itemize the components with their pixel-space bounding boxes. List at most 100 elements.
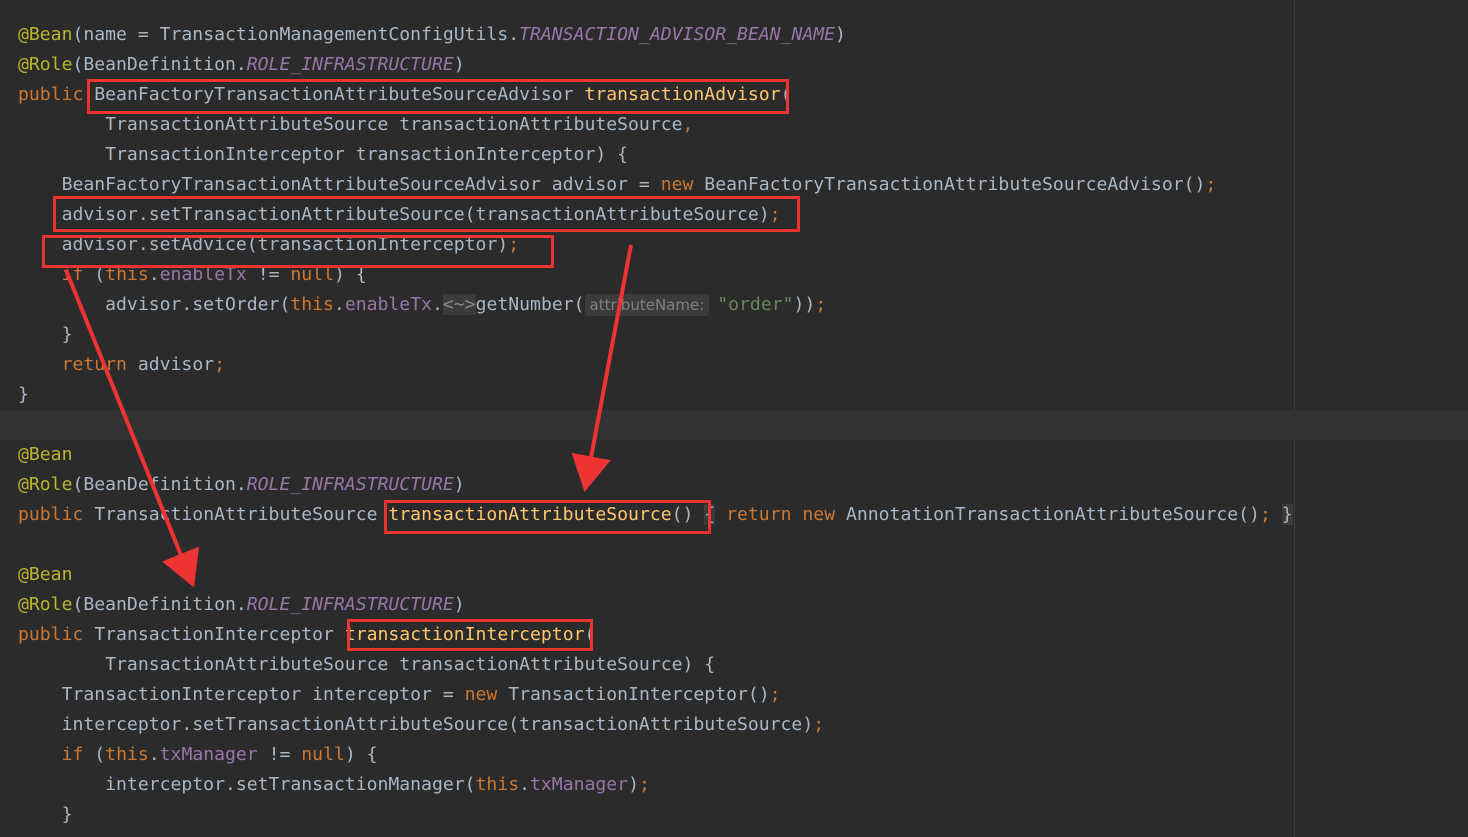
code-line[interactable]: advisor.setOrder(this.enableTx.<~>getNum… — [18, 290, 826, 320]
code-token: ROLE_INFRASTRUCTURE — [246, 474, 454, 495]
code-token: interceptor.setTransactionAttributeSourc… — [18, 714, 814, 735]
code-line[interactable]: @Role(BeanDefinition.ROLE_INFRASTRUCTURE… — [18, 590, 465, 620]
code-token: (BeanDefinition. — [72, 474, 247, 495]
code-token: this — [290, 294, 334, 315]
code-line[interactable]: TransactionInterceptor interceptor = new… — [18, 680, 781, 710]
code-token: ROLE_INFRASTRUCTURE — [246, 594, 454, 615]
code-line[interactable]: return advisor; — [18, 350, 225, 380]
code-line[interactable]: } — [18, 800, 73, 830]
code-token: public — [18, 624, 84, 645]
code-token: } — [18, 384, 29, 405]
code-line[interactable]: TransactionAttributeSource transactionAt… — [18, 110, 693, 140]
caret-line-highlight — [0, 410, 1468, 440]
code-token: new — [464, 684, 498, 705]
code-token: public — [18, 84, 84, 105]
code-token: != — [257, 744, 302, 765]
code-token: @Role — [18, 54, 73, 75]
code-token: txManager — [530, 774, 629, 795]
code-token: ; — [1205, 174, 1217, 195]
code-token: (name = TransactionManagementConfigUtils… — [72, 24, 520, 45]
code-token: (BeanDefinition. — [72, 54, 247, 75]
code-token: ) — [453, 594, 465, 615]
code-token: . — [333, 294, 345, 315]
code-token: ) — [453, 474, 465, 495]
code-line[interactable]: @Bean — [18, 440, 72, 470]
code-token: ) — [835, 24, 846, 45]
code-token: TransactionAttributeSource transactionAt… — [18, 654, 716, 675]
code-token: . — [431, 294, 443, 315]
code-token: @Bean — [18, 24, 73, 45]
code-token: ; — [813, 714, 825, 735]
code-line[interactable]: interceptor.setTransactionManager(this.t… — [18, 770, 650, 800]
code-token: return — [726, 504, 792, 525]
code-token: TransactionInterceptor — [83, 624, 345, 645]
code-token: ROLE_INFRASTRUCTURE — [246, 54, 454, 75]
highlight-box-advisor-signature — [87, 79, 789, 114]
code-token: TransactionInterceptor transactionInterc… — [18, 144, 629, 165]
code-token: ; — [638, 774, 650, 795]
code-token: TransactionInterceptor() — [497, 684, 770, 705]
code-line[interactable]: @Bean(name = TransactionManagementConfig… — [18, 20, 846, 50]
code-token: advisor — [126, 354, 215, 375]
code-token: } — [1281, 504, 1293, 525]
code-token: ) — [453, 54, 465, 75]
code-token: AnnotationTransactionAttributeSource() — [835, 504, 1260, 525]
code-token: @Bean — [18, 564, 73, 585]
code-token: )) — [793, 294, 816, 315]
code-token: ; — [214, 354, 226, 375]
code-token: BeanFactoryTransactionAttributeSourceAdv… — [18, 174, 661, 195]
code-token: (BeanDefinition. — [72, 594, 247, 615]
code-editor[interactable]: @Bean(name = TransactionManagementConfig… — [0, 0, 1468, 837]
code-token: txManager — [159, 744, 258, 765]
highlight-box-set-attribute-source — [53, 196, 800, 232]
code-token: ; — [815, 294, 827, 315]
folded-code-hint: <~> — [442, 294, 476, 315]
code-token: public — [18, 504, 84, 525]
code-line[interactable]: @Bean — [18, 560, 72, 590]
code-line[interactable]: @Role(BeanDefinition.ROLE_INFRASTRUCTURE… — [18, 470, 465, 500]
code-token: } — [18, 804, 73, 825]
code-line[interactable]: } — [18, 320, 73, 350]
code-line[interactable]: @Role(BeanDefinition.ROLE_INFRASTRUCTURE… — [18, 50, 465, 80]
code-token: interceptor.setTransactionManager( — [18, 774, 476, 795]
code-token: null — [301, 744, 345, 765]
code-token: return — [61, 354, 127, 375]
code-token: ( — [83, 744, 106, 765]
highlight-box-interceptor-method — [347, 619, 593, 651]
code-token: BeanFactoryTransactionAttributeSourceAdv… — [693, 174, 1206, 195]
code-token: ) — [628, 774, 639, 795]
code-token: TRANSACTION_ADVISOR_BEAN_NAME — [519, 24, 836, 45]
code-token: . — [148, 744, 160, 765]
code-token: @Role — [18, 594, 73, 615]
code-token: , — [682, 114, 694, 135]
code-line[interactable]: if (this.txManager != null) { — [18, 740, 378, 770]
highlight-box-attribute-source-method — [384, 500, 711, 534]
code-token: ) { — [344, 744, 378, 765]
code-token: ; — [1259, 504, 1271, 525]
code-line[interactable]: TransactionAttributeSource transactionAt… — [18, 650, 715, 680]
code-token: TransactionAttributeSource transactionAt… — [18, 114, 683, 135]
arrow-to-attribute-source — [571, 244, 633, 492]
code-token: ; — [769, 684, 781, 705]
code-token: new — [660, 174, 694, 195]
highlight-box-set-advice — [42, 235, 554, 268]
code-token: TransactionAttributeSource — [83, 504, 389, 525]
code-token: this — [475, 774, 520, 795]
code-token: "order" — [717, 294, 794, 315]
parameter-hint: attributeName: — [584, 294, 710, 316]
code-token: @Bean — [18, 444, 73, 465]
code-token: this — [105, 744, 149, 765]
code-line[interactable]: } — [18, 380, 29, 410]
code-token: advisor.setOrder( — [18, 294, 291, 315]
code-token: enableTx — [344, 294, 432, 315]
code-line[interactable]: interceptor.setTransactionAttributeSourc… — [18, 710, 825, 740]
code-token: . — [519, 774, 531, 795]
code-line[interactable]: TransactionInterceptor transactionInterc… — [18, 140, 628, 170]
code-token: } — [18, 324, 73, 345]
code-token: new — [802, 504, 836, 525]
